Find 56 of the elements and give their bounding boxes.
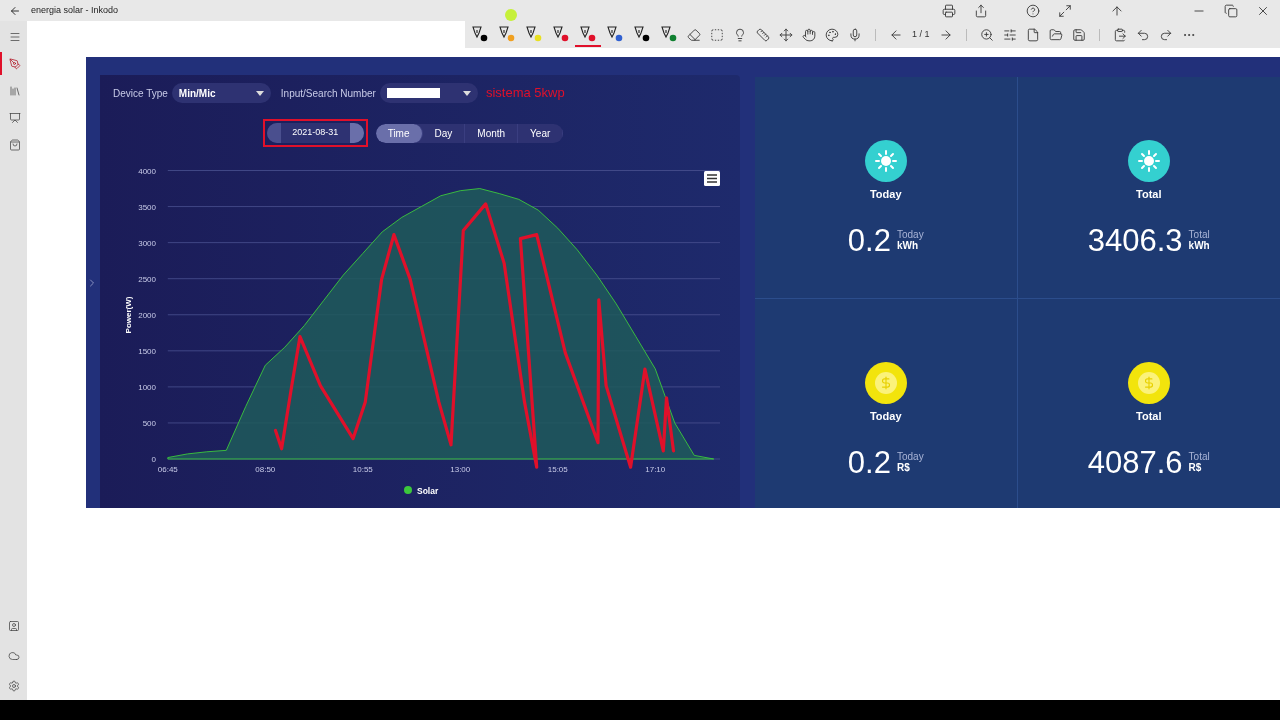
redaction-block (386, 88, 440, 98)
next-date-icon[interactable] (349, 123, 364, 143)
y-tick-label: 2000 (138, 310, 156, 320)
period-tab[interactable]: Day (422, 123, 466, 143)
stat-label: Total (1136, 409, 1162, 424)
date-value: 2021-08-31 (292, 126, 339, 140)
unit: R$ (896, 462, 910, 473)
dropdown-arrow-icon (255, 90, 264, 96)
stat-label: Today (869, 409, 902, 424)
unit-label: Today (896, 229, 924, 240)
date-picker[interactable]: 2021-08-31 (266, 123, 364, 143)
y-tick-label: 3500 (138, 202, 156, 212)
y-tick-label: 3000 (138, 238, 156, 248)
x-tick-label: 10:55 (352, 465, 373, 474)
y-tick-label: 500 (142, 418, 156, 428)
y-tick-label: 2500 (138, 274, 156, 284)
back-arrow-icon[interactable] (9, 4, 21, 17)
stat-label: Total (1136, 187, 1162, 202)
sun-icon (1127, 140, 1170, 182)
search-number-select[interactable] (379, 83, 478, 103)
x-tick-label: 08:50 (255, 465, 276, 474)
period-tab[interactable]: Month (465, 123, 519, 143)
x-tick-label: 17:10 (645, 465, 666, 474)
stat-value: 3406.3 (1087, 224, 1183, 256)
search-number-label: Input/Search Number (280, 86, 376, 101)
coin-icon (864, 362, 907, 404)
unit-label: Total (1188, 451, 1210, 462)
x-tick-label: 06:45 (157, 465, 178, 474)
y-axis-title: Power(W) (124, 296, 133, 334)
stat-value: 0.2 (847, 224, 891, 256)
unit-label: Today (896, 451, 924, 462)
unit: kWh (896, 240, 919, 251)
ink-handwriting: sistema 5kwp (485, 84, 565, 103)
unit: kWh (1188, 240, 1210, 251)
coin-icon (1127, 362, 1170, 404)
unit: R$ (1188, 462, 1203, 473)
stat-value: 0.2 (847, 446, 891, 478)
x-tick-label: 15:05 (547, 465, 568, 474)
y-tick-label: 4000 (138, 166, 156, 176)
y-tick-label: 1500 (138, 346, 156, 356)
chart-menu-icon[interactable] (704, 171, 720, 186)
stat-label: Today (869, 187, 902, 202)
legend-label[interactable]: Solar (417, 485, 439, 496)
page-counter: 1 / 1 (911, 27, 931, 41)
sun-icon (864, 140, 907, 182)
dropdown-arrow-icon (462, 90, 471, 96)
device-type-label: Device Type (113, 86, 168, 101)
device-type-select[interactable]: Min/Mic (171, 83, 271, 103)
unit-label: Total (1188, 229, 1210, 240)
period-tab[interactable]: Year (518, 123, 564, 143)
window-title: energia solar - Inkodo (31, 3, 119, 17)
stat-value: 4087.6 (1087, 446, 1183, 478)
y-tick-label: 0 (151, 455, 156, 464)
y-tick-label: 1000 (138, 382, 156, 392)
period-tab[interactable]: Time (375, 123, 423, 143)
x-tick-label: 13:00 (450, 465, 471, 474)
